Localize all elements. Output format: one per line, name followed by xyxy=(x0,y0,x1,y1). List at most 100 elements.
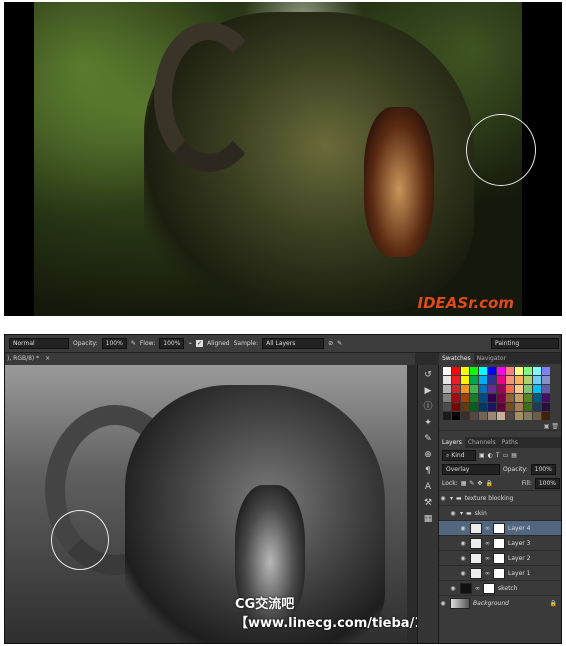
opacity-input[interactable]: 100% xyxy=(101,338,127,349)
info-icon[interactable]: ⓘ xyxy=(421,401,435,413)
color-swatch[interactable] xyxy=(542,367,550,375)
tab-navigator[interactable]: Navigator xyxy=(474,353,509,364)
brush-presets-icon[interactable]: ✦ xyxy=(421,417,435,429)
color-swatch[interactable] xyxy=(488,412,496,420)
color-swatch[interactable] xyxy=(533,403,541,411)
layer-row-layer-4[interactable]: ◉ ∞ Layer 4 xyxy=(439,520,561,535)
color-swatch[interactable] xyxy=(461,403,469,411)
color-swatch[interactable] xyxy=(443,367,451,375)
layer-opacity-input[interactable]: 100% xyxy=(530,463,556,475)
color-swatch[interactable] xyxy=(533,394,541,402)
color-swatch[interactable] xyxy=(533,376,541,384)
document-canvas[interactable]: CG交流吧 【www.linecg.com/tieba/1755】 xyxy=(5,365,464,643)
color-swatch[interactable] xyxy=(533,412,541,420)
layer-mask-thumbnail[interactable] xyxy=(493,537,505,549)
color-swatch[interactable] xyxy=(479,385,487,393)
color-swatch[interactable] xyxy=(542,376,550,384)
color-swatch[interactable] xyxy=(443,403,451,411)
color-swatch[interactable] xyxy=(470,367,478,375)
tab-paths[interactable]: Paths xyxy=(499,437,521,448)
color-swatch[interactable] xyxy=(461,385,469,393)
color-swatch[interactable] xyxy=(443,385,451,393)
color-swatch[interactable] xyxy=(524,403,532,411)
color-swatch[interactable] xyxy=(461,367,469,375)
color-swatch[interactable] xyxy=(488,367,496,375)
color-swatch[interactable] xyxy=(542,394,550,402)
color-swatch[interactable] xyxy=(488,376,496,384)
brushes-icon[interactable]: ✎ xyxy=(421,433,435,445)
color-swatch[interactable] xyxy=(506,367,514,375)
lock-all-icon[interactable]: 🔒 xyxy=(485,480,492,487)
color-swatch[interactable] xyxy=(524,367,532,375)
layer-row-layer-3[interactable]: ◉ ∞ Layer 3 xyxy=(439,535,561,550)
layer-row-layer-2[interactable]: ◉ ∞ Layer 2 xyxy=(439,550,561,565)
color-swatch[interactable] xyxy=(515,367,523,375)
color-swatch[interactable] xyxy=(524,394,532,402)
color-swatch[interactable] xyxy=(479,394,487,402)
layer-mask-thumbnail[interactable] xyxy=(493,522,505,534)
color-swatch[interactable] xyxy=(452,403,460,411)
kind-filter-select[interactable]: ⌕ Kind xyxy=(442,449,476,461)
color-swatch[interactable] xyxy=(497,403,505,411)
color-swatch[interactable] xyxy=(470,385,478,393)
mode-select[interactable]: Normal xyxy=(9,338,69,349)
filter-smart-icon[interactable]: ▤ xyxy=(511,452,517,459)
color-swatch[interactable] xyxy=(461,394,469,402)
paragraph-icon[interactable]: ¶ xyxy=(421,465,435,477)
layer-row-sketch[interactable]: ◉ ∞ sketch xyxy=(439,580,561,595)
aligned-checkbox[interactable]: ✓ xyxy=(196,340,204,347)
color-swatch[interactable] xyxy=(479,376,487,384)
eye-icon[interactable]: ◉ xyxy=(459,540,467,547)
layer-mask-thumbnail[interactable] xyxy=(483,582,495,594)
color-swatch[interactable] xyxy=(497,385,505,393)
color-swatch[interactable] xyxy=(452,412,460,420)
layer-row-layer-1[interactable]: ◉ ∞ Layer 1 xyxy=(439,565,561,580)
color-swatch[interactable] xyxy=(461,376,469,384)
actions-icon[interactable]: ▶ xyxy=(421,385,435,397)
color-swatch[interactable] xyxy=(515,385,523,393)
color-swatch[interactable] xyxy=(470,376,478,384)
blend-mode-select[interactable]: Overlay xyxy=(442,463,500,475)
color-swatch[interactable] xyxy=(506,394,514,402)
group-arrow-icon[interactable]: ▾ xyxy=(460,510,463,517)
color-swatch[interactable] xyxy=(470,412,478,420)
filter-shape-icon[interactable]: ▭ xyxy=(503,452,509,459)
color-swatch[interactable] xyxy=(479,412,487,420)
color-swatch[interactable] xyxy=(488,394,496,402)
ignore-adjustment-icon[interactable]: ⊘ xyxy=(328,340,333,347)
color-swatch[interactable] xyxy=(524,385,532,393)
eye-icon[interactable]: ◉ xyxy=(449,510,457,517)
color-swatch[interactable] xyxy=(497,367,505,375)
color-swatch[interactable] xyxy=(515,403,523,411)
lock-image-icon[interactable]: ✎ xyxy=(469,480,474,487)
tool-presets-icon[interactable]: ⚒ xyxy=(421,497,435,509)
color-swatch[interactable] xyxy=(443,376,451,384)
color-swatch[interactable] xyxy=(524,412,532,420)
delete-swatch-icon[interactable]: 🗑 xyxy=(551,423,559,430)
color-swatch[interactable] xyxy=(533,367,541,375)
pressure-opacity-icon[interactable]: ✎ xyxy=(131,340,136,347)
color-swatch[interactable] xyxy=(470,403,478,411)
lock-transparent-icon[interactable]: ▦ xyxy=(461,480,467,487)
history-icon[interactable]: ↺ xyxy=(421,369,435,381)
color-swatch[interactable] xyxy=(506,403,514,411)
layer-row-background[interactable]: ◉ Background 🔒 xyxy=(439,595,561,610)
clone-source-icon[interactable]: ⊕ xyxy=(421,449,435,461)
color-swatch[interactable] xyxy=(524,376,532,384)
eye-icon[interactable]: ◉ xyxy=(439,600,447,607)
color-swatch[interactable] xyxy=(533,385,541,393)
color-swatch[interactable] xyxy=(515,376,523,384)
color-swatch[interactable] xyxy=(479,367,487,375)
tab-layers[interactable]: Layers xyxy=(439,437,465,448)
tab-swatches[interactable]: Swatches xyxy=(439,353,474,364)
airbrush-icon[interactable]: ⌁ xyxy=(188,340,192,347)
group-arrow-icon[interactable]: ▾ xyxy=(450,495,453,502)
flow-input[interactable]: 100% xyxy=(159,338,185,349)
color-swatch[interactable] xyxy=(443,412,451,420)
filter-type-icon[interactable]: T xyxy=(496,452,500,459)
fill-input[interactable]: 100% xyxy=(534,477,560,489)
close-icon[interactable]: × xyxy=(45,355,50,362)
color-swatch[interactable] xyxy=(497,394,505,402)
workspace-select[interactable]: Painting xyxy=(491,338,559,349)
color-swatch[interactable] xyxy=(452,367,460,375)
